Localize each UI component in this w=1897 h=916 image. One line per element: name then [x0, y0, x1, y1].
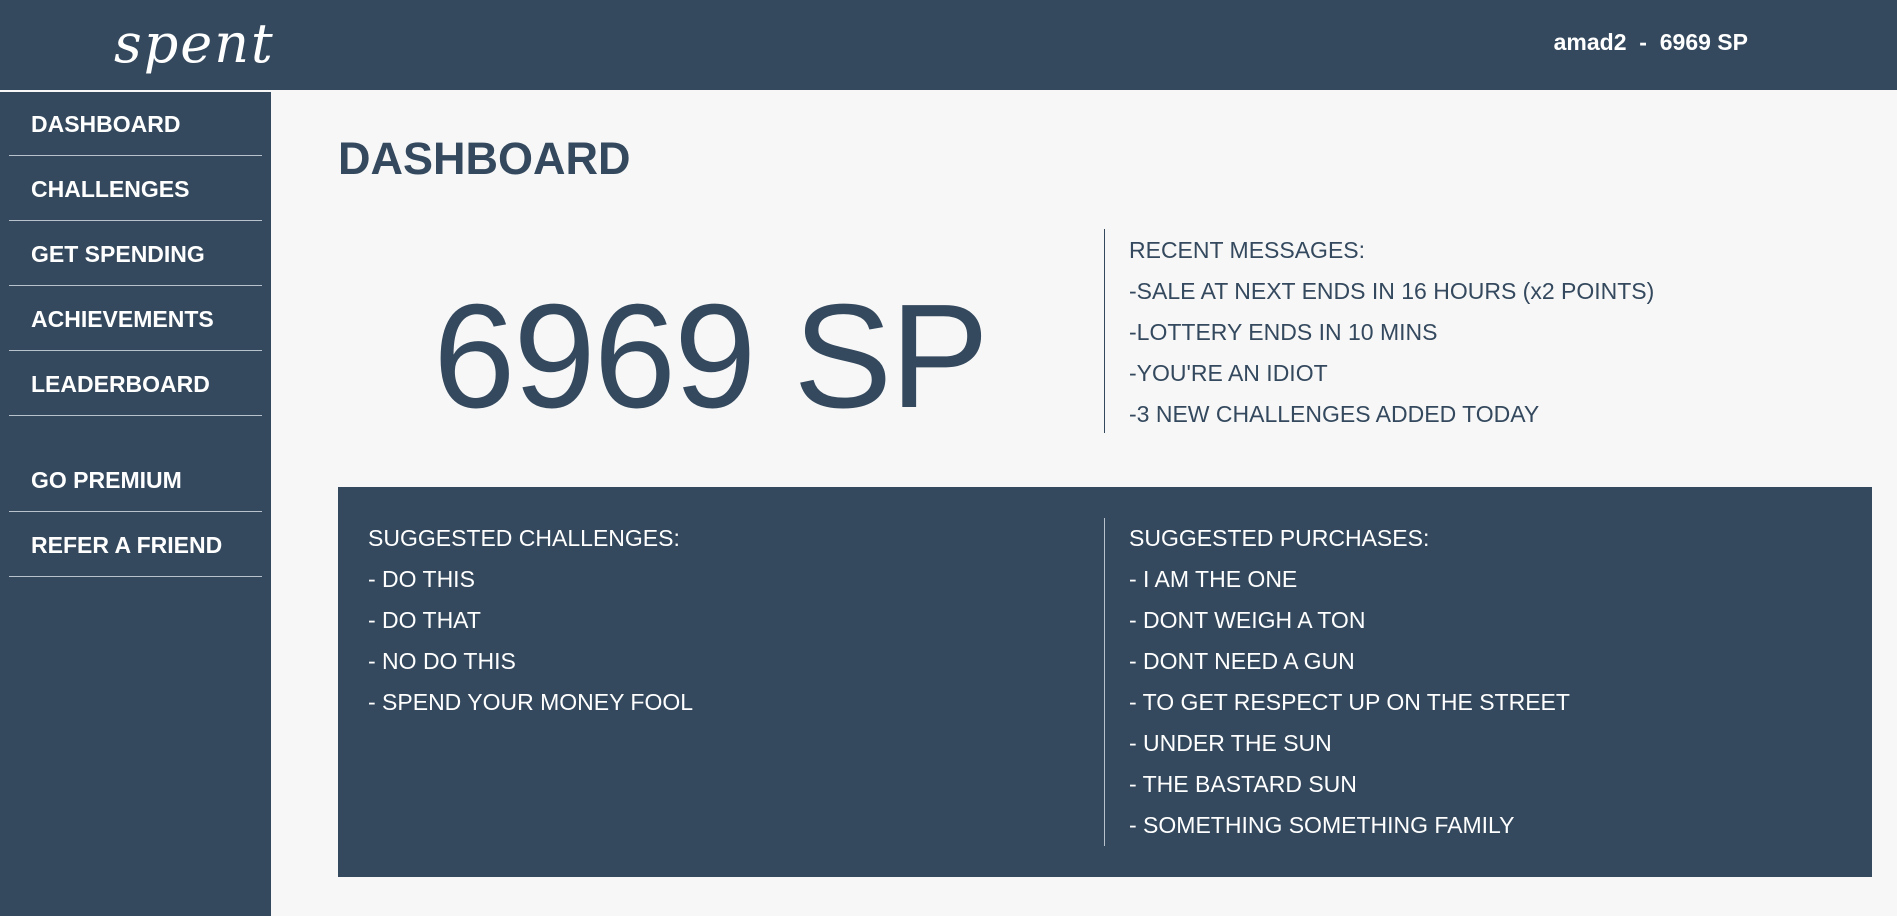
challenge-item[interactable]: - SPEND YOUR MONEY FOOL	[368, 682, 693, 723]
message-item: -YOU'RE AN IDIOT	[1129, 360, 1328, 386]
recent-messages-heading: RECENT MESSAGES:	[1129, 237, 1366, 263]
suggestions-panel: SUGGESTED CHALLENGES: - DO THIS - DO THA…	[338, 487, 1872, 877]
sidebar-item-label: ACHIEVEMENTS	[31, 306, 214, 332]
message-item: -SALE AT NEXT ENDS IN 16 HOURS (x2 POINT…	[1129, 278, 1655, 304]
sidebar-item-label: DASHBOARD	[31, 111, 181, 137]
purchase-item[interactable]: - SOMETHING SOMETHING FAMILY	[1129, 805, 1570, 846]
purchase-item[interactable]: - THE BASTARD SUN	[1129, 764, 1570, 805]
page-title: DASHBOARD	[338, 133, 631, 184]
sidebar-item-leaderboard[interactable]: LEADERBOARD	[9, 352, 262, 416]
panel-divider	[1104, 518, 1105, 846]
message-item: -LOTTERY ENDS IN 10 MINS	[1129, 319, 1438, 345]
user-info-separator: -	[1639, 29, 1647, 55]
purchase-item[interactable]: - UNDER THE SUN	[1129, 723, 1570, 764]
challenge-item[interactable]: - DO THAT	[368, 600, 693, 641]
sidebar-item-label: GO PREMIUM	[31, 467, 182, 493]
challenge-item[interactable]: - DO THIS	[368, 559, 693, 600]
suggested-purchases-heading: SUGGESTED PURCHASES:	[1129, 525, 1430, 551]
sidebar-item-label: REFER A FRIEND	[31, 532, 223, 558]
user-info[interactable]: amad2 - 6969 SP	[1554, 26, 1748, 58]
sidebar-item-label: CHALLENGES	[31, 176, 190, 202]
sidebar-item-challenges[interactable]: CHALLENGES	[9, 157, 262, 221]
recent-messages: RECENT MESSAGES: -SALE AT NEXT ENDS IN 1…	[1129, 230, 1654, 435]
purchase-item[interactable]: - DONT NEED A GUN	[1129, 641, 1570, 682]
app-logo[interactable]: spent	[114, 4, 275, 84]
sidebar-item-achievements[interactable]: ACHIEVEMENTS	[9, 287, 262, 351]
sidebar-item-refer-a-friend[interactable]: REFER A FRIEND	[9, 513, 262, 577]
purchase-item[interactable]: - TO GET RESPECT UP ON THE STREET	[1129, 682, 1570, 723]
suggested-purchases: SUGGESTED PURCHASES: - I AM THE ONE - DO…	[1129, 518, 1570, 846]
username: amad2	[1553, 29, 1627, 55]
points-display: 6969 SP	[433, 274, 989, 439]
suggested-challenges-heading: SUGGESTED CHALLENGES:	[368, 525, 680, 551]
sidebar: DASHBOARD CHALLENGES GET SPENDING ACHIEV…	[0, 92, 271, 916]
sidebar-item-dashboard[interactable]: DASHBOARD	[9, 92, 262, 156]
sidebar-item-label: LEADERBOARD	[31, 371, 210, 397]
sidebar-item-get-spending[interactable]: GET SPENDING	[9, 222, 262, 286]
sidebar-item-go-premium[interactable]: GO PREMIUM	[9, 448, 262, 512]
purchase-item[interactable]: - DONT WEIGH A TON	[1129, 600, 1570, 641]
purchase-item[interactable]: - I AM THE ONE	[1129, 559, 1570, 600]
user-points: 6969 SP	[1659, 29, 1748, 55]
message-item: -3 NEW CHALLENGES ADDED TODAY	[1129, 401, 1540, 427]
suggested-challenges: SUGGESTED CHALLENGES: - DO THIS - DO THA…	[368, 518, 693, 723]
challenge-item[interactable]: - NO DO THIS	[368, 641, 693, 682]
messages-divider	[1104, 229, 1105, 433]
top-bar: spent amad2 - 6969 SP	[0, 0, 1897, 90]
sidebar-item-label: GET SPENDING	[31, 241, 205, 267]
